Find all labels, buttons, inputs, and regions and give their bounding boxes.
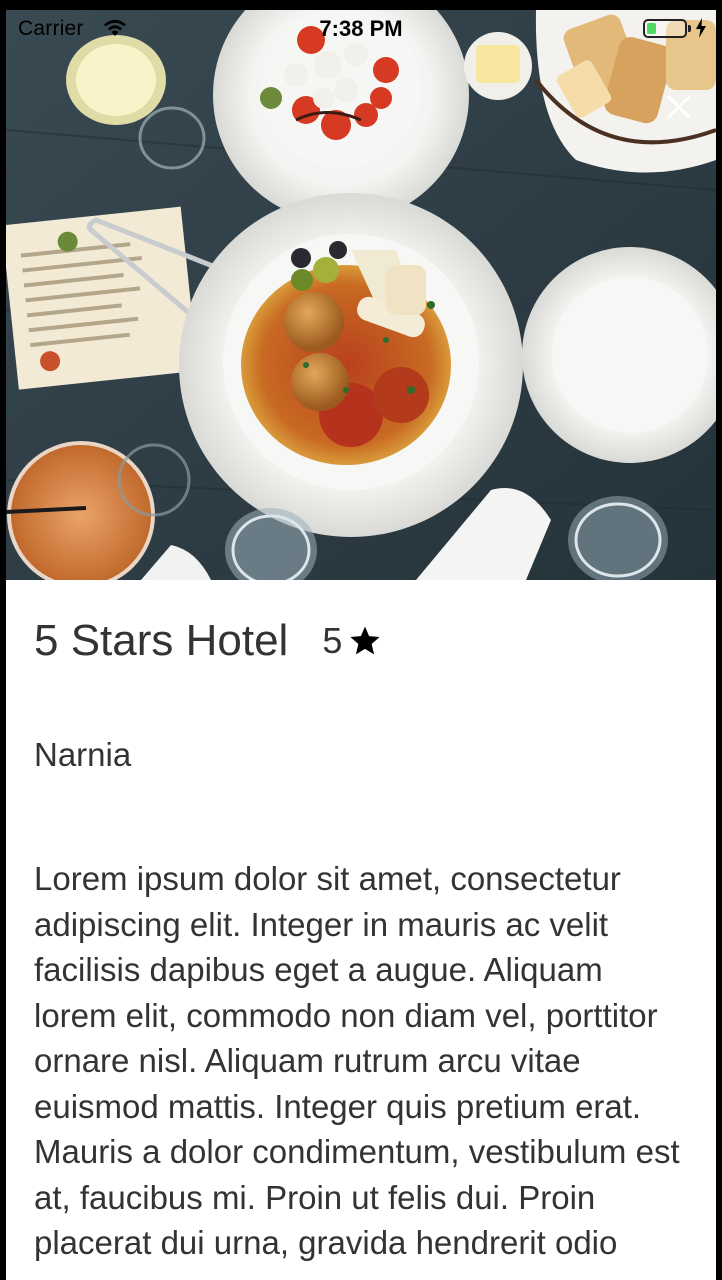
food-photo-image xyxy=(6,10,716,580)
lightning-icon xyxy=(696,18,706,38)
rating-value: 5 xyxy=(322,620,343,661)
hero-image xyxy=(6,10,716,580)
close-button[interactable] xyxy=(662,90,696,124)
battery-icon xyxy=(643,19,691,38)
hotel-name: 5 Stars Hotel xyxy=(34,616,289,665)
status-bar: Carrier 7:38 PM xyxy=(6,10,716,50)
hotel-description: Lorem ipsum dolor sit amet, consectetur … xyxy=(34,860,680,1261)
hotel-location: Narnia xyxy=(34,736,132,773)
hotel-rating: 5 xyxy=(322,620,382,662)
close-icon[interactable] xyxy=(662,90,696,124)
battery-level-fill xyxy=(647,23,656,34)
hotel-detail-screen: Carrier 7:38 PM 5 Stars Hotel 5 Narnia L… xyxy=(6,10,716,1280)
status-time: 7:38 PM xyxy=(319,16,403,41)
star-icon xyxy=(350,626,380,655)
title-row: 5 Stars Hotel 5 xyxy=(34,616,382,666)
